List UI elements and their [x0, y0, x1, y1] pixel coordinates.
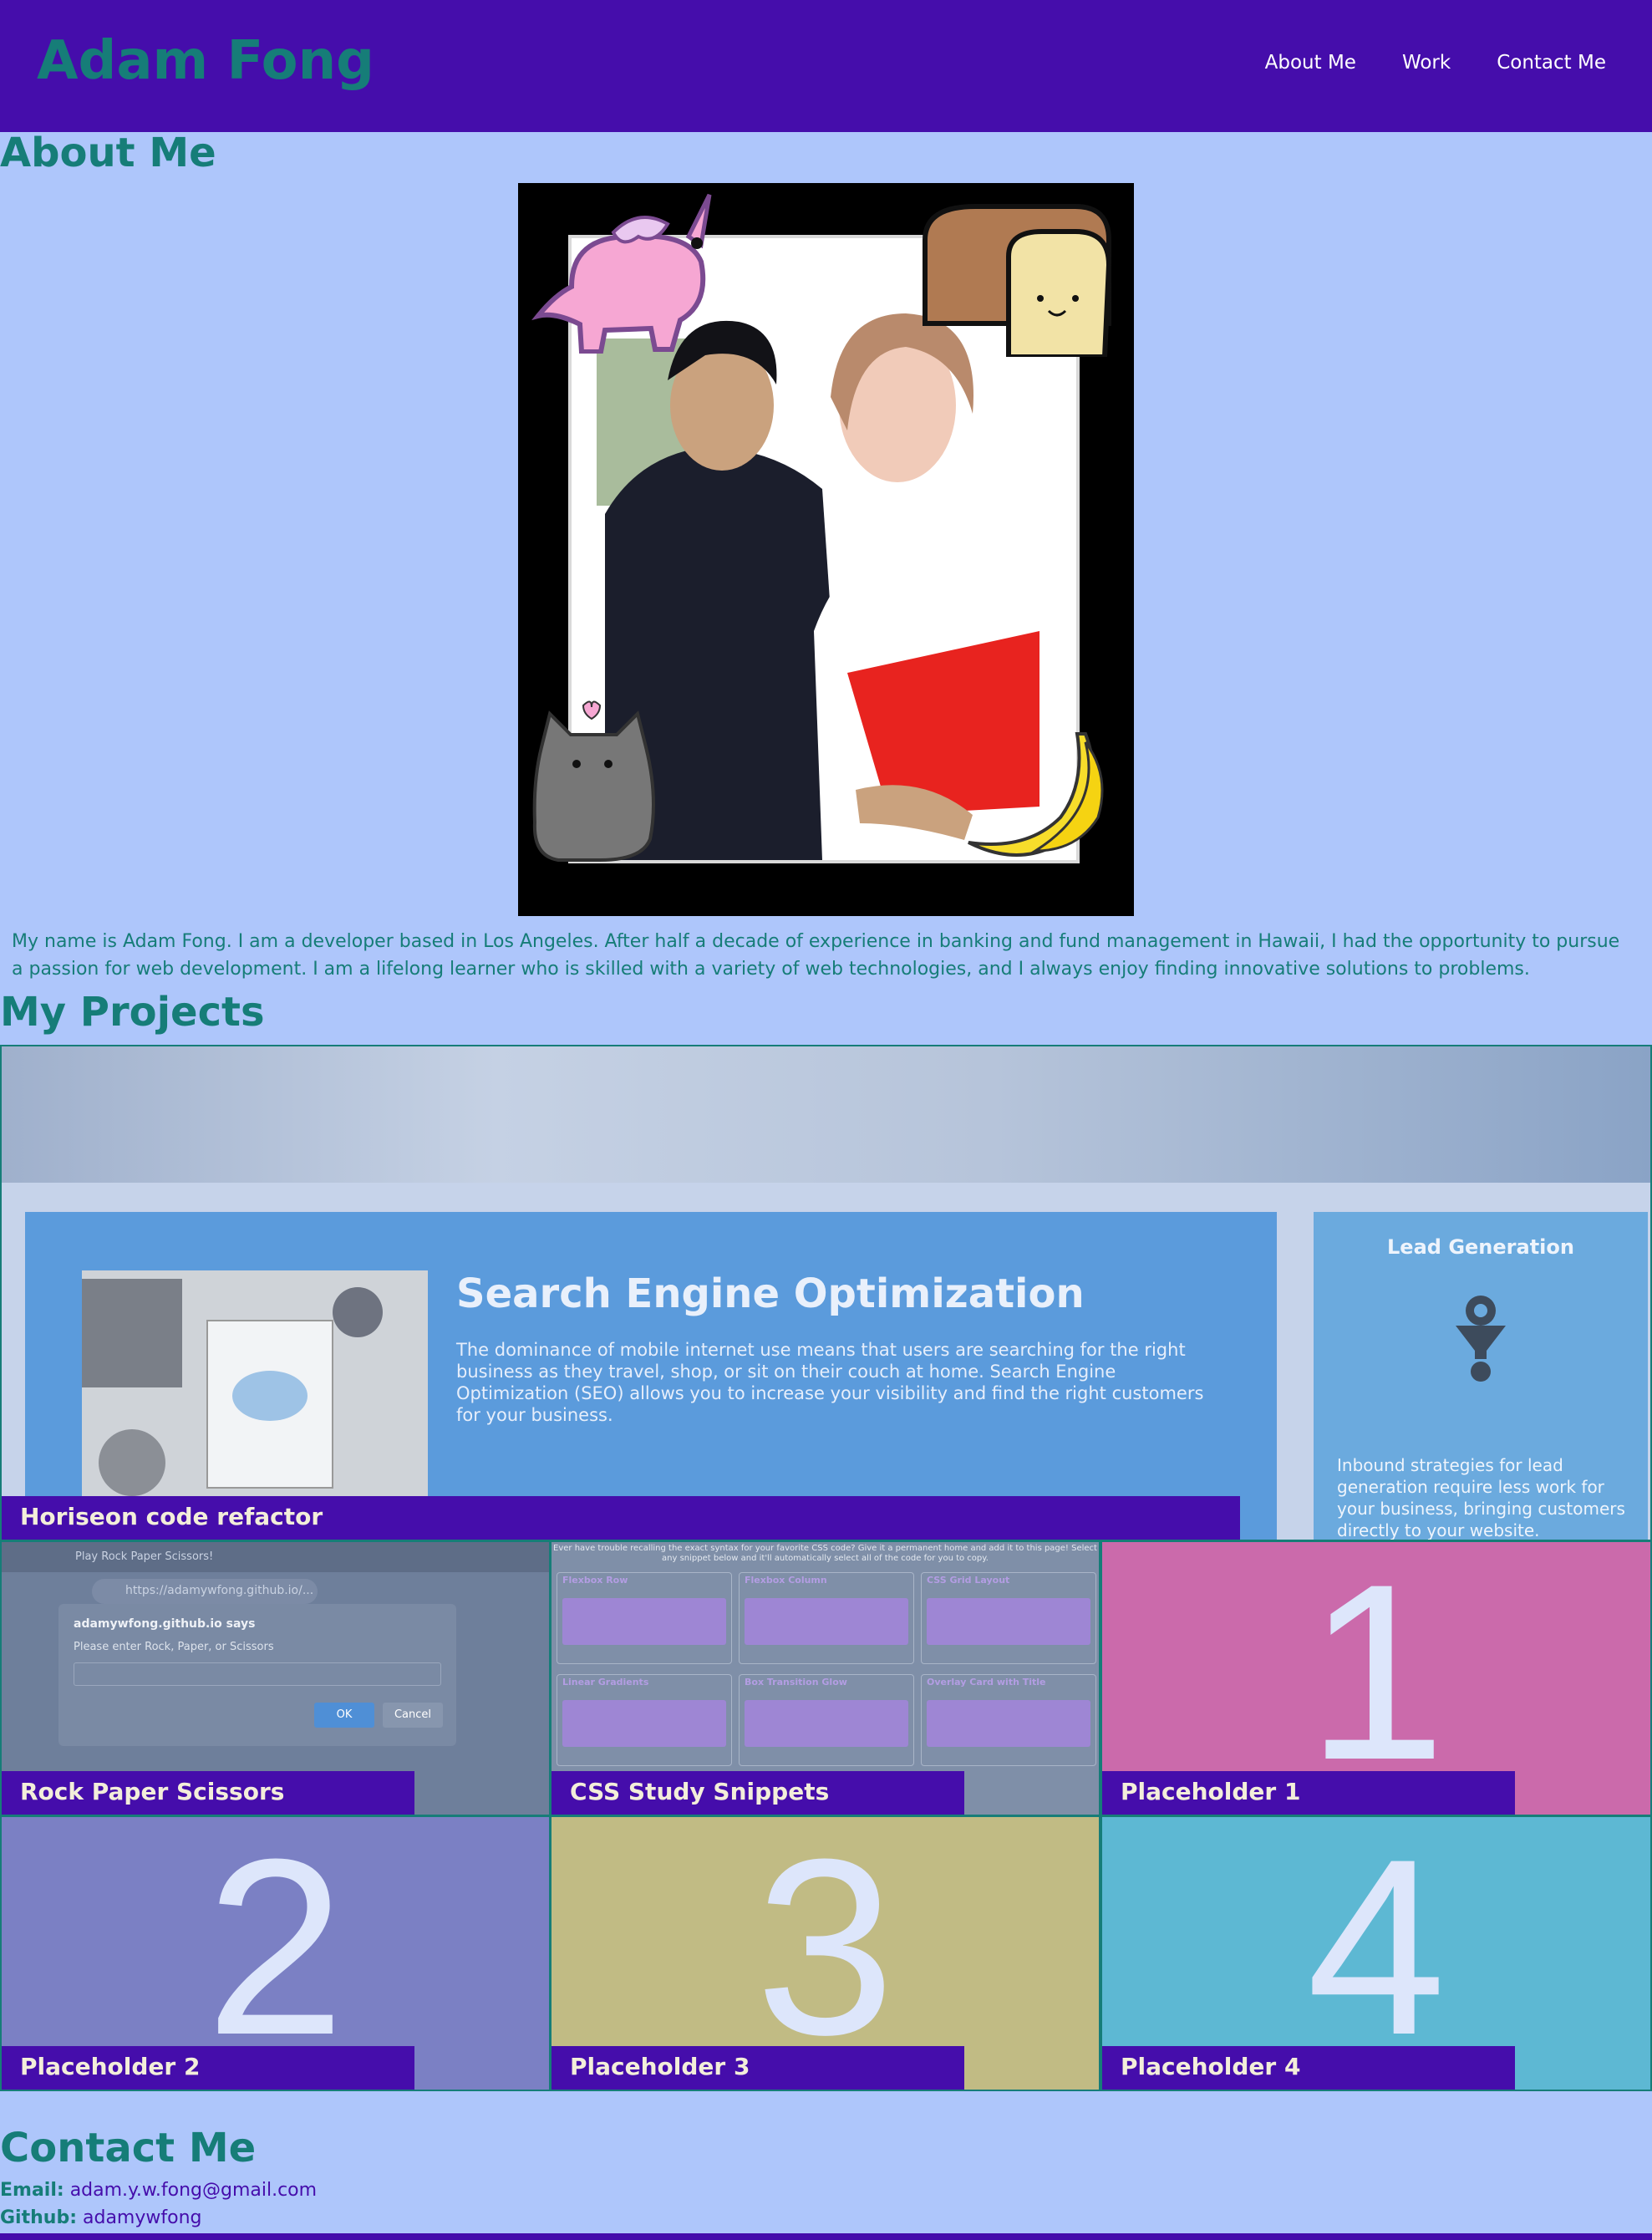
css-intro-text: Ever have trouble recalling the exact sy…	[553, 1544, 1097, 1563]
seo-text: The dominance of mobile internet use mea…	[456, 1340, 1204, 1425]
browser-address-bar: https://adamywfong.github.io/...	[92, 1579, 318, 1604]
placeholder-number: 4	[1306, 1815, 1446, 2087]
email-label: Email:	[0, 2180, 64, 2201]
prompt-dialog: adamywfong.github.io says Please enter R…	[58, 1604, 456, 1746]
project-label-placeholder-2: Placeholder 2	[2, 2046, 414, 2090]
hero-banner-image	[2, 1046, 1650, 1183]
project-card-placeholder-2[interactable]: 2 Placeholder 2	[0, 1815, 551, 2091]
projects-heading: My Projects	[0, 989, 265, 1036]
bread-sticker-icon	[923, 204, 1112, 357]
placeholder-number: 1	[1306, 1540, 1446, 1812]
snippet-card: Overlay Card with Title	[921, 1674, 1096, 1766]
dialog-title: adamywfong.github.io says	[74, 1617, 256, 1631]
browser-tab-title: Play Rock Paper Scissors!	[75, 1550, 214, 1563]
seo-panel: Search Engine Optimization The dominance…	[25, 1212, 1277, 1540]
dialog-input	[74, 1662, 441, 1686]
project-card-horiseon[interactable]: Search Engine Optimization The dominance…	[0, 1045, 1652, 1541]
footer-bar	[0, 2233, 1652, 2240]
project-label-rps: Rock Paper Scissors	[2, 1771, 414, 1815]
lead-generation-panel: Lead Generation Inbound strategies for l…	[1314, 1212, 1648, 1540]
project-card-css-snippets[interactable]: Ever have trouble recalling the exact sy…	[550, 1540, 1100, 1816]
banana-sticker-icon	[968, 732, 1104, 857]
seo-title: Search Engine Optimization	[456, 1270, 1085, 1317]
project-card-placeholder-3[interactable]: 3 Placeholder 3	[550, 1815, 1100, 2091]
snippet-card: CSS Grid Layout	[921, 1572, 1096, 1664]
placeholder-number: 3	[755, 1815, 895, 2087]
project-label-horiseon: Horiseon code refactor	[2, 1496, 1240, 1540]
placeholder-number: 2	[206, 1815, 345, 2087]
project-card-placeholder-1[interactable]: 1 Placeholder 1	[1100, 1540, 1652, 1816]
seo-notebook-image	[82, 1270, 428, 1503]
dialog-text: Please enter Rock, Paper, or Scissors	[74, 1641, 274, 1653]
email-link[interactable]: adam.y.w.fong@gmail.com	[70, 2180, 317, 2201]
project-label-placeholder-3: Placeholder 3	[552, 2046, 964, 2090]
main-nav: About Me Work Contact Me	[1265, 52, 1606, 74]
github-label: Github:	[0, 2207, 77, 2228]
snippet-card: Box Transition Glow	[739, 1674, 914, 1766]
project-card-placeholder-4[interactable]: 4 Placeholder 4	[1100, 1815, 1652, 2091]
about-heading: About Me	[0, 130, 216, 176]
browser-tab-bar: Play Rock Paper Scissors!	[2, 1542, 549, 1572]
cat-sticker-icon	[532, 700, 655, 862]
github-link[interactable]: adamywfong	[83, 2207, 201, 2228]
contact-heading: Contact Me	[0, 2125, 257, 2171]
contact-github-row: Github: adamywfong	[0, 2204, 317, 2232]
lead-title: Lead Generation	[1387, 1235, 1574, 1259]
lead-text: Inbound strategies for lead generation r…	[1337, 1455, 1625, 1540]
seo-illustration	[82, 1270, 428, 1503]
contact-info: Email: adam.y.w.fong@gmail.com Github: a…	[0, 2176, 317, 2232]
funnel-gear-icon	[1456, 1296, 1506, 1382]
contact-email-row: Email: adam.y.w.fong@gmail.com	[0, 2176, 317, 2204]
unicorn-sticker-icon	[531, 193, 712, 354]
project-label-css: CSS Study Snippets	[552, 1771, 964, 1815]
about-bio: My name is Adam Fong. I am a developer b…	[12, 931, 1620, 980]
project-card-rps[interactable]: Play Rock Paper Scissors! https://adamyw…	[0, 1540, 551, 1816]
snippet-card: Linear Gradients	[557, 1674, 732, 1766]
nav-about-link[interactable]: About Me	[1265, 52, 1356, 74]
snippet-card: Flexbox Column	[739, 1572, 914, 1664]
dialog-ok-button: OK	[314, 1703, 374, 1728]
site-header: Adam Fong About Me Work Contact Me	[0, 0, 1652, 132]
profile-photo	[518, 183, 1134, 916]
dialog-cancel-button: Cancel	[383, 1703, 443, 1728]
nav-contact-link[interactable]: Contact Me	[1497, 52, 1606, 74]
project-label-placeholder-1: Placeholder 1	[1102, 1771, 1515, 1815]
nav-work-link[interactable]: Work	[1402, 52, 1451, 74]
brand-title: Adam Fong	[37, 30, 374, 92]
snippet-card: Flexbox Row	[557, 1572, 732, 1664]
project-label-placeholder-4: Placeholder 4	[1102, 2046, 1515, 2090]
